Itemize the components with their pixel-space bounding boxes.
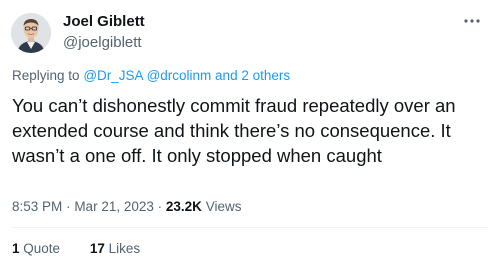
quotes-count: 1 [12, 241, 20, 256]
avatar[interactable] [11, 13, 51, 53]
reply-prefix: Replying to [12, 68, 80, 83]
views-count: 23.2K [165, 199, 202, 214]
author-name[interactable]: Joel Giblett [63, 13, 145, 30]
likes-count: 17 [89, 241, 105, 256]
tweet-date[interactable]: Mar 21, 2023 [74, 199, 154, 214]
quotes-label: Quote [23, 241, 61, 256]
tweet-meta: 8:53 PM · Mar 21, 2023 · 23.2K Views [12, 199, 241, 214]
more-horizontal-icon[interactable] [460, 13, 484, 29]
avatar-photo [11, 13, 51, 53]
tweet-time[interactable]: 8:53 PM [12, 199, 62, 214]
quotes-stat[interactable]: 1 Quote [12, 241, 64, 256]
divider [12, 227, 488, 228]
reply-conjunction[interactable]: and [215, 68, 238, 83]
tweet: Joel Giblett @joelgiblett Replying to @D… [0, 0, 500, 266]
reply-context: Replying to @Dr_JSA @drcolinm and 2 othe… [12, 68, 290, 83]
likes-stat[interactable]: 17 Likes [90, 241, 140, 256]
views-label: Views [205, 199, 242, 214]
mention-link[interactable]: @Dr_JSA [83, 68, 142, 83]
tweet-text: You can’t dishonestly commit fraud repea… [12, 95, 456, 166]
meta-separator: · [66, 199, 71, 214]
reply-others-link[interactable]: 2 others [241, 68, 290, 83]
meta-separator: · [157, 199, 163, 214]
author-handle[interactable]: @joelgiblett [63, 34, 142, 51]
mention-link[interactable]: @drcolinm [147, 68, 212, 83]
likes-label: Likes [108, 241, 141, 256]
tweet-stats: 1 Quote 17 Likes [12, 241, 166, 256]
